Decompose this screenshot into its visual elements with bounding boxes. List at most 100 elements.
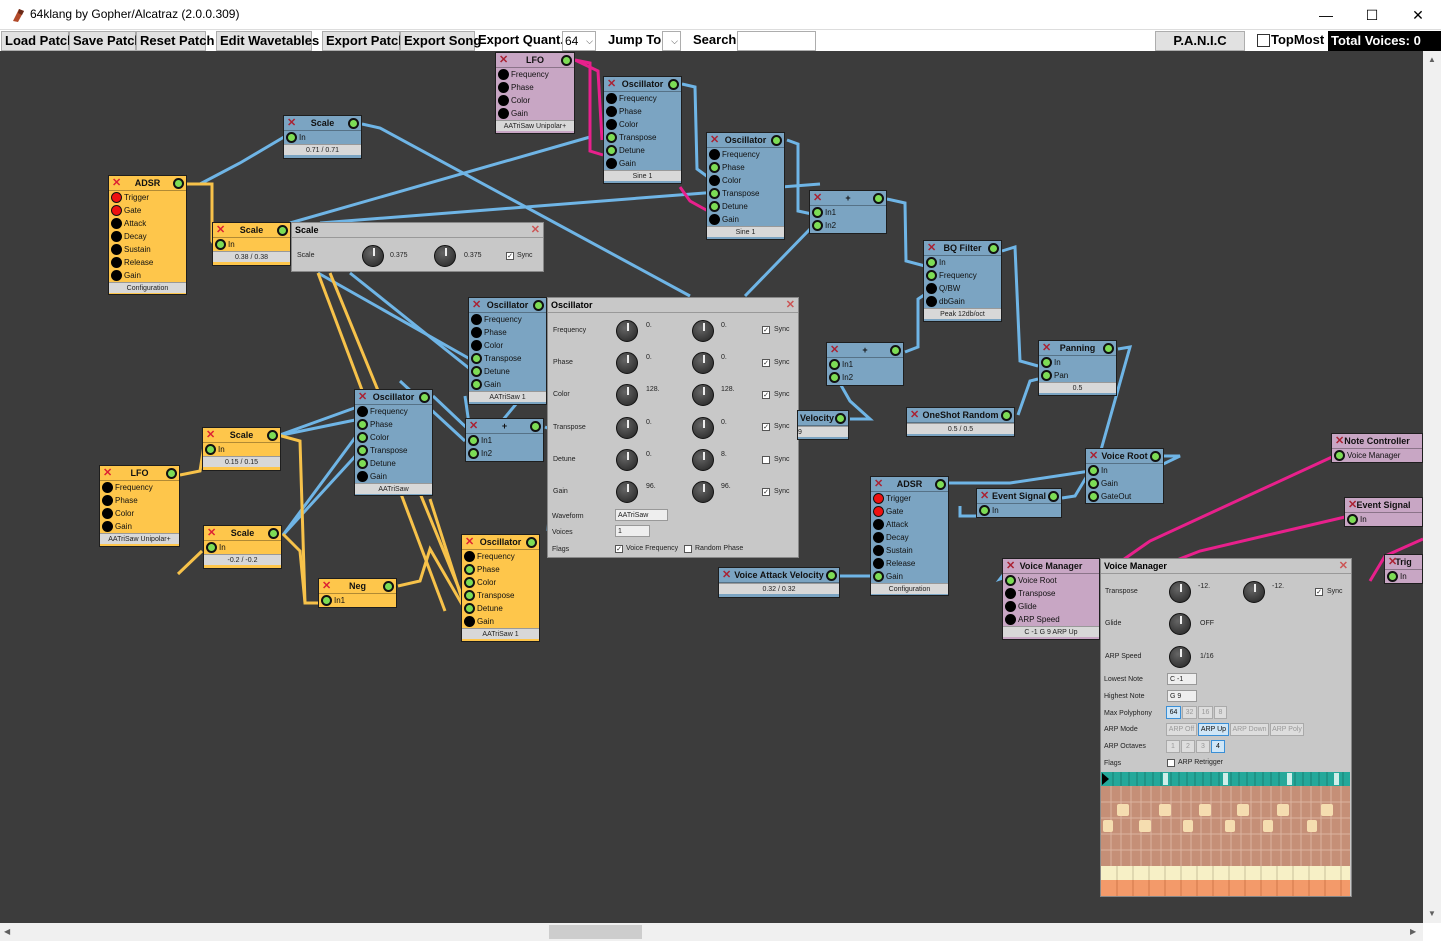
scroll-down-icon[interactable]: ▼ bbox=[1428, 909, 1436, 918]
sync-checkbox[interactable]: ✓ bbox=[762, 359, 770, 367]
input-port[interactable] bbox=[357, 419, 368, 430]
input-port[interactable] bbox=[1041, 370, 1052, 381]
edit-wavetables-button[interactable]: Edit Wavetables bbox=[216, 31, 319, 51]
remove-icon[interactable]: ✕ bbox=[1089, 449, 1098, 463]
input-port[interactable] bbox=[471, 379, 482, 390]
input-port[interactable] bbox=[498, 95, 509, 106]
glide-knob[interactable] bbox=[1169, 613, 1191, 635]
arp-step-sequencer[interactable] bbox=[1101, 772, 1350, 896]
polyphony-16-option[interactable]: 16 bbox=[1198, 706, 1213, 719]
output-port[interactable] bbox=[533, 300, 544, 311]
input-port[interactable] bbox=[606, 93, 617, 104]
input-port[interactable] bbox=[1041, 357, 1052, 368]
topmost-checkbox[interactable] bbox=[1257, 34, 1270, 47]
oscillator-node[interactable]: ✕ Oscillator Frequency Phase Color Transp… bbox=[603, 76, 682, 184]
output-port[interactable] bbox=[826, 570, 837, 581]
input-port[interactable] bbox=[498, 69, 509, 80]
minimize-button[interactable]: — bbox=[1303, 0, 1349, 30]
input-port[interactable] bbox=[498, 82, 509, 93]
oscillator-panel[interactable]: Oscillator ✕ Frequency 0. 0. ✓ Sync Phase… bbox=[547, 297, 799, 558]
remove-icon[interactable]: ✕ bbox=[830, 343, 839, 357]
input-port[interactable] bbox=[606, 132, 617, 143]
scale-panel[interactable]: Scale ✕ Scale 0.375 0.375 ✓ Sync bbox=[291, 222, 544, 272]
input-port[interactable] bbox=[111, 257, 122, 268]
input-port[interactable] bbox=[357, 458, 368, 469]
input-port[interactable] bbox=[357, 432, 368, 443]
voice-root-node[interactable]: ✕ Voice Root In Gain GateOut bbox=[1085, 448, 1164, 504]
input-port[interactable] bbox=[111, 231, 122, 242]
save-patch-button[interactable]: Save Patch bbox=[69, 31, 142, 51]
input-port[interactable] bbox=[286, 132, 297, 143]
input-port[interactable] bbox=[102, 521, 113, 532]
output-port[interactable] bbox=[419, 392, 430, 403]
remove-icon[interactable]: ✕ bbox=[1042, 341, 1051, 355]
input-port[interactable] bbox=[709, 188, 720, 199]
arp-octave-4-option[interactable]: 4 bbox=[1211, 740, 1225, 753]
output-port[interactable] bbox=[1048, 491, 1059, 502]
detune-knob[interactable] bbox=[616, 449, 638, 471]
arp-off-option[interactable]: ARP Off bbox=[1166, 723, 1197, 736]
adsr-node[interactable]: ✕ ADSR Trigger Gate Attack Decay Sustain … bbox=[870, 476, 949, 596]
scale-node[interactable]: ✕ Scale In 0.71 / 0.71 bbox=[283, 115, 362, 159]
remove-icon[interactable]: ✕ bbox=[607, 77, 616, 91]
voices-select[interactable]: 1 bbox=[615, 525, 650, 537]
scale-node[interactable]: ✕ Scale In -0.2 / -0.2 bbox=[203, 525, 282, 569]
oneshot-random-node[interactable]: ✕ OneShot Random 0.5 / 0.5 bbox=[906, 407, 1015, 437]
frequency-knob[interactable] bbox=[616, 320, 638, 342]
load-patch-button[interactable]: Load Patch bbox=[1, 31, 75, 51]
export-patch-button[interactable]: Export Patch bbox=[322, 31, 406, 51]
input-port[interactable] bbox=[979, 505, 990, 516]
remove-icon[interactable]: ✕ bbox=[813, 191, 822, 205]
input-port[interactable] bbox=[321, 595, 332, 606]
output-port[interactable] bbox=[668, 79, 679, 90]
sync-checkbox[interactable]: ✓ bbox=[762, 326, 770, 334]
horizontal-scrollbar[interactable]: ◀ ▶ bbox=[0, 923, 1423, 941]
arp-down-option[interactable]: ARP Down bbox=[1230, 723, 1269, 736]
scale-knob[interactable] bbox=[362, 245, 384, 267]
input-port[interactable] bbox=[205, 444, 216, 455]
output-port[interactable] bbox=[530, 421, 541, 432]
output-port[interactable] bbox=[1001, 410, 1012, 421]
input-port[interactable] bbox=[812, 207, 823, 218]
transpose-knob-2[interactable] bbox=[692, 417, 714, 439]
transpose-knob[interactable] bbox=[616, 417, 638, 439]
remove-icon[interactable]: ✕ bbox=[112, 176, 121, 190]
lfo-node[interactable]: ✕ LFO Frequency Phase Color Gain AATriSaw… bbox=[99, 465, 180, 547]
input-port[interactable] bbox=[606, 106, 617, 117]
output-port[interactable] bbox=[173, 178, 184, 189]
random-phase-checkbox[interactable] bbox=[684, 545, 692, 553]
output-port[interactable] bbox=[383, 581, 394, 592]
phase-knob[interactable] bbox=[616, 352, 638, 374]
input-port[interactable] bbox=[606, 119, 617, 130]
sync-checkbox[interactable]: ✓ bbox=[762, 391, 770, 399]
polyphony-32-option[interactable]: 32 bbox=[1182, 706, 1197, 719]
output-port[interactable] bbox=[268, 528, 279, 539]
input-port[interactable] bbox=[1005, 601, 1016, 612]
sync-checkbox[interactable]: ✓ bbox=[762, 423, 770, 431]
remove-icon[interactable]: ✕ bbox=[722, 568, 731, 582]
remove-icon[interactable]: ✕ bbox=[499, 53, 508, 67]
adsr-node[interactable]: ✕ ADSR Trigger Gate Attack Decay Sustain … bbox=[108, 175, 187, 295]
input-port[interactable] bbox=[1005, 614, 1016, 625]
gain-knob[interactable] bbox=[616, 481, 638, 503]
input-port[interactable] bbox=[709, 201, 720, 212]
input-port[interactable] bbox=[709, 162, 720, 173]
input-port[interactable] bbox=[873, 493, 884, 504]
input-port[interactable] bbox=[498, 108, 509, 119]
input-port[interactable] bbox=[111, 192, 122, 203]
arp-octave-1-option[interactable]: 1 bbox=[1166, 740, 1180, 753]
input-port[interactable] bbox=[709, 175, 720, 186]
input-port[interactable] bbox=[215, 239, 226, 250]
add-node[interactable]: ✕ + In1 In2 bbox=[465, 418, 544, 462]
input-port[interactable] bbox=[471, 327, 482, 338]
sync-checkbox[interactable]: ✓ bbox=[506, 252, 514, 260]
output-port[interactable] bbox=[526, 537, 537, 548]
lfo-node[interactable]: ✕ LFO Frequency Phase Color Gain AATriSaw… bbox=[495, 52, 575, 134]
trigger-node[interactable]: ✕ Trig In bbox=[1384, 554, 1423, 584]
scale-knob-2[interactable] bbox=[434, 245, 456, 267]
input-port[interactable] bbox=[829, 372, 840, 383]
panic-button[interactable]: P.A.N.I.C bbox=[1155, 31, 1245, 51]
remove-icon[interactable]: ✕ bbox=[469, 419, 478, 433]
remove-icon[interactable]: ✕ bbox=[206, 428, 215, 442]
remove-icon[interactable]: ✕ bbox=[472, 298, 481, 312]
